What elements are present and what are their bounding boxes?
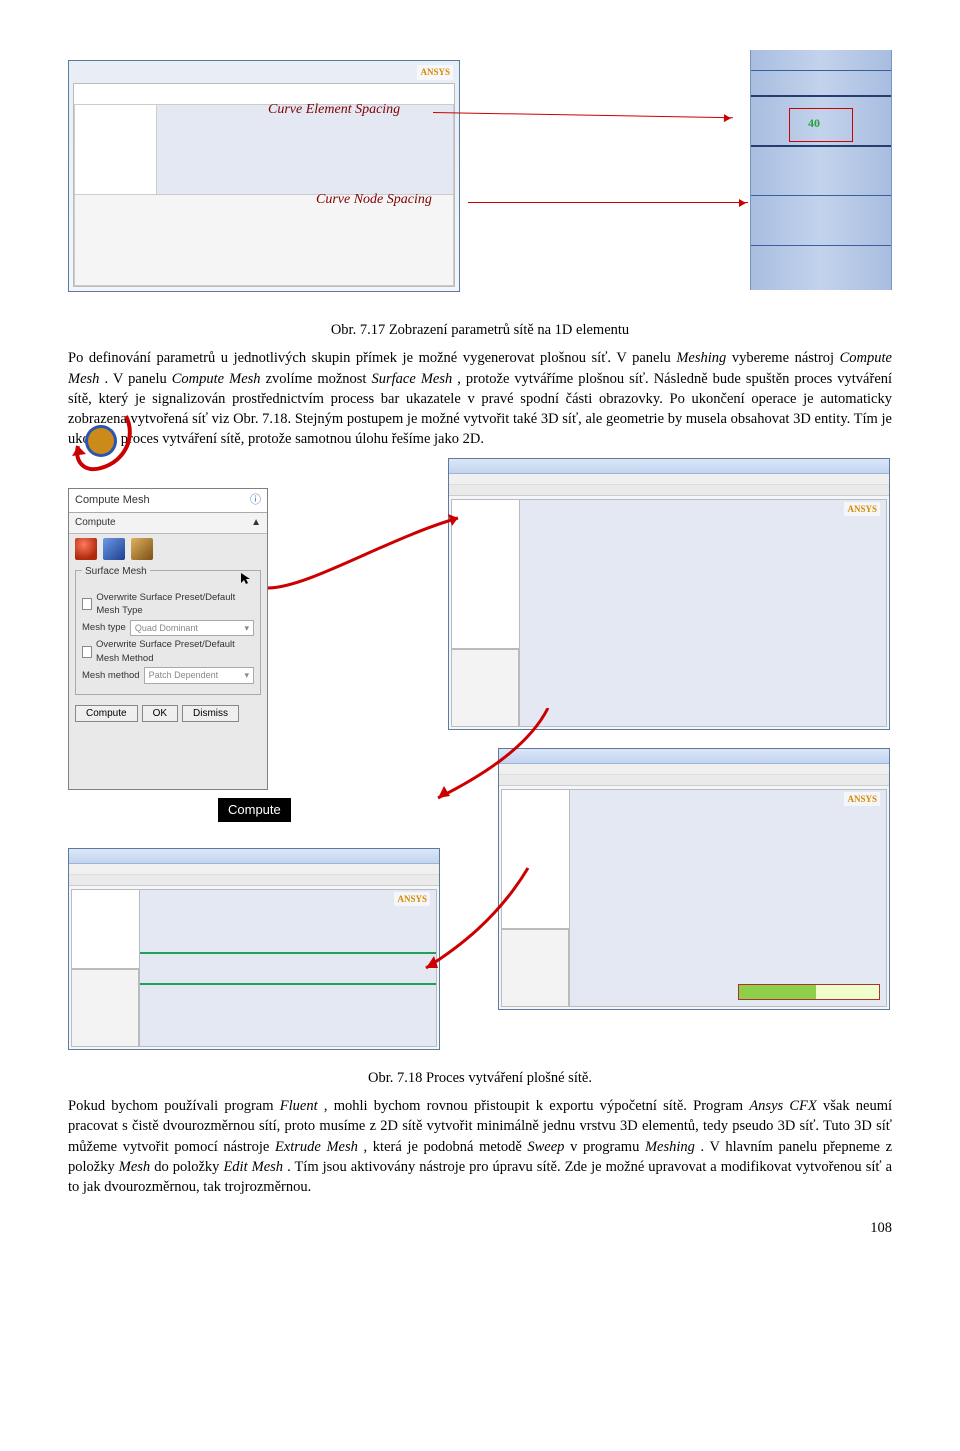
arrow-2 <box>468 202 748 203</box>
text: Pokud bychom používali program <box>68 1098 280 1114</box>
compute-tooltip: Compute <box>218 798 291 822</box>
ansys-logo: ANSYS <box>417 65 453 80</box>
progress-bar <box>738 984 880 1000</box>
ansys-logo: ANSYS <box>844 502 880 517</box>
paragraph-2: Pokud bychom používali program Fluent , … <box>68 1096 892 1197</box>
text: do položky <box>154 1159 223 1175</box>
text-italic: Edit Mesh <box>223 1159 283 1175</box>
highlight-box: 40 <box>789 108 853 142</box>
text-italic: Fluent <box>280 1098 318 1114</box>
text: , která je podobná metodě <box>364 1139 528 1155</box>
text: . V panelu <box>104 371 171 387</box>
text: Compute Mesh <box>75 494 150 506</box>
group-legend: Surface Mesh <box>82 566 150 577</box>
figure-7-18-caption: Obr. 7.18 Proces vytváření plošné sítě. <box>68 1068 892 1088</box>
ok-button[interactable]: OK <box>142 705 178 722</box>
text: zvolíme možnost <box>266 371 372 387</box>
page-number: 108 <box>68 1218 892 1238</box>
compute-mesh-panel: Compute Mesh ⓘ Compute ▲ Surface Mesh Ov… <box>68 488 268 790</box>
arrow-connector-3 <box>418 858 538 978</box>
select-value: Quad Dominant <box>135 622 198 635</box>
prism-icon[interactable] <box>103 538 125 560</box>
hex-icon[interactable] <box>131 538 153 560</box>
select-value: Patch Dependent <box>149 669 219 682</box>
app-window-result: ANSYS <box>68 848 440 1050</box>
field-label: Mesh method <box>82 669 140 682</box>
overwrite-type-checkbox[interactable] <box>82 598 92 610</box>
annotation-curve-element-spacing: Curve Element Spacing <box>268 100 400 120</box>
text: Compute <box>75 517 116 528</box>
model-tree <box>74 104 160 196</box>
ansys-logo: ANSYS <box>844 792 880 807</box>
figure-7-17: ANSYS 40 Curve Element Spacing Curve Nod… <box>68 60 892 310</box>
overwrite-method-checkbox[interactable] <box>82 646 92 658</box>
mesh-type-icons <box>69 534 267 564</box>
mesh-type-select[interactable]: Quad Dominant▾ <box>130 620 254 637</box>
text-italic: Ansys CFX <box>749 1098 816 1114</box>
text: v programu <box>570 1139 645 1155</box>
field-label: Mesh type <box>82 621 126 634</box>
arrow-1 <box>433 112 733 118</box>
curved-arrow-icon <box>66 406 138 478</box>
zoom-patch: 40 <box>750 50 892 290</box>
figure-7-17-caption: Obr. 7.17 Zobrazení parametrů sítě na 1D… <box>68 320 892 340</box>
annotation-curve-node-spacing: Curve Node Spacing <box>316 190 432 210</box>
checkbox-label: Overwrite Surface Preset/Default Mesh Me… <box>96 638 254 665</box>
tet-icon[interactable] <box>75 538 97 560</box>
text-italic: Meshing <box>645 1139 695 1155</box>
arrow-connector-2 <box>428 708 568 808</box>
text: , mohli bychom rovnou přistoupit k expor… <box>324 1098 749 1114</box>
element-count: 40 <box>808 115 820 132</box>
text-italic: Extrude Mesh <box>275 1139 358 1155</box>
cursor-icon <box>239 571 253 585</box>
mesh-method-select[interactable]: Patch Dependent▾ <box>144 667 254 684</box>
app-window-step1: ANSYS <box>448 458 890 730</box>
paragraph-1: Po definování parametrů u jednotlivých s… <box>68 348 892 449</box>
arrow-connector-1 <box>268 508 468 628</box>
checkbox-label: Overwrite Surface Preset/Default Mesh Ty… <box>96 591 254 618</box>
text-italic: Mesh <box>119 1159 150 1175</box>
text-italic: Compute Mesh <box>172 371 261 387</box>
panel-title: Compute Mesh ⓘ <box>69 489 267 513</box>
surface-mesh-group: Surface Mesh Overwrite Surface Preset/De… <box>75 570 261 694</box>
text-italic: Surface Mesh <box>372 371 453 387</box>
panel-subtitle: Compute ▲ <box>69 513 267 534</box>
app-window-icecfd: ANSYS <box>68 60 460 292</box>
figure-7-18: Compute Mesh ⓘ Compute ▲ Surface Mesh Ov… <box>68 458 892 1058</box>
dismiss-button[interactable]: Dismiss <box>182 705 239 722</box>
text: Po definování parametrů u jednotlivých s… <box>68 350 676 366</box>
text-italic: Meshing <box>676 350 726 366</box>
text-italic: Sweep <box>527 1139 564 1155</box>
text: vybereme nástroj <box>732 350 840 366</box>
compute-button[interactable]: Compute <box>75 705 138 722</box>
